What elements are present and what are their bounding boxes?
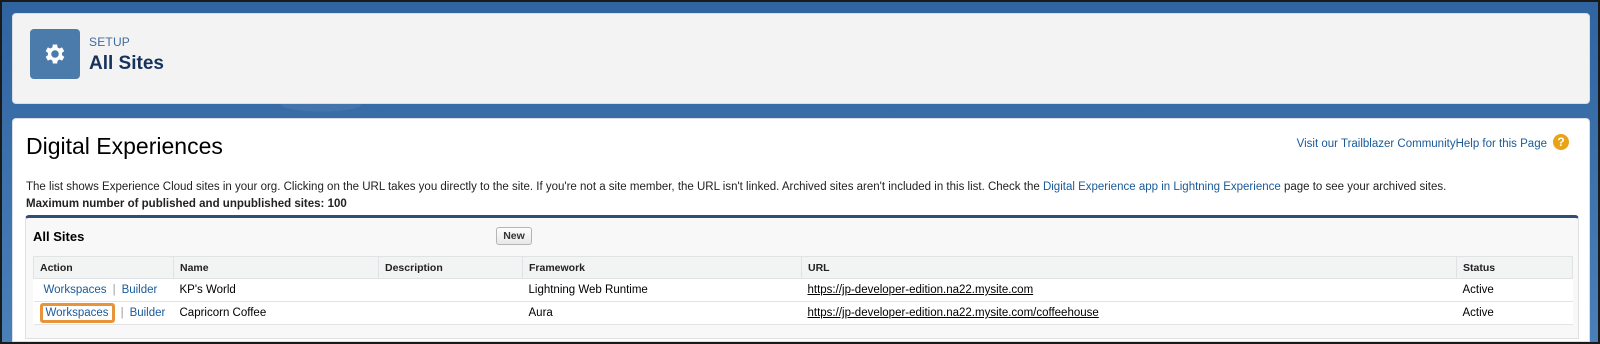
workspaces-link[interactable]: Workspaces (44, 284, 107, 296)
site-name: Capricorn Coffee (173, 301, 379, 325)
help-link[interactable]: Visit our Trailblazer CommunityHelp for … (1297, 138, 1547, 150)
sites-list: All Sites New Action Name Description Fr… (25, 215, 1579, 339)
page-header: SETUP All Sites (12, 13, 1590, 104)
action-separator: | (120, 307, 124, 319)
site-description (378, 278, 523, 302)
table-row: Workspaces | Builder Capricorn Coffee Aura… (33, 301, 1573, 325)
site-name: KP's World (173, 278, 379, 302)
breadcrumb: SETUP (89, 35, 131, 49)
site-status: Active (1456, 278, 1573, 302)
table-header-row: Action Name Description Framework URL St… (33, 256, 1573, 279)
list-title: All Sites (33, 229, 85, 244)
site-framework: Aura (522, 301, 802, 325)
site-url-link[interactable]: https://jp-developer-edition.na22.mysite… (808, 307, 1099, 319)
site-framework: Lightning Web Runtime (522, 278, 802, 302)
page-title: All Sites (89, 53, 164, 74)
column-header-name: Name (173, 256, 379, 279)
site-url-link[interactable]: https://jp-developer-edition.na22.mysite… (808, 284, 1034, 296)
column-header-url: URL (801, 256, 1457, 279)
action-separator: | (112, 284, 116, 296)
app-background: SETUP All Sites Digital Experiences Visi… (0, 0, 1600, 344)
new-button[interactable]: New (496, 227, 532, 245)
builder-link[interactable]: Builder (130, 307, 166, 319)
column-header-description: Description (378, 256, 523, 279)
action-cell: Workspaces | Builder (33, 278, 174, 302)
max-sites-text: Maximum number of published and unpublis… (26, 198, 347, 210)
builder-link[interactable]: Builder (122, 284, 158, 296)
workspaces-link[interactable]: Workspaces (46, 307, 109, 319)
column-header-status: Status (1456, 256, 1573, 279)
table-row: Workspaces | Builder KP's World Lightning … (33, 278, 1573, 302)
gear-icon (30, 29, 80, 79)
column-header-action: Action (33, 256, 174, 279)
section-title: Digital Experiences (26, 133, 223, 159)
help-icon[interactable]: ? (1553, 134, 1569, 150)
sites-table: Action Name Description Framework URL St… (33, 256, 1573, 325)
site-url-cell: https://jp-developer-edition.na22.mysite… (801, 278, 1457, 302)
workspaces-highlight: Workspaces (39, 303, 115, 323)
description-prefix: The list shows Experience Cloud sites in… (26, 181, 1043, 193)
column-header-framework: Framework (522, 256, 802, 279)
description-text: The list shows Experience Cloud sites in… (26, 181, 1446, 193)
site-status: Active (1456, 301, 1573, 325)
main-panel: Digital Experiences Visit our Trailblaze… (12, 118, 1590, 342)
site-url-cell: https://jp-developer-edition.na22.mysite… (801, 301, 1457, 325)
digital-experience-app-link[interactable]: Digital Experience app in Lightning Expe… (1043, 181, 1281, 193)
description-suffix: page to see your archived sites. (1280, 181, 1447, 193)
site-description (378, 301, 523, 325)
action-cell: Workspaces | Builder (33, 301, 174, 325)
